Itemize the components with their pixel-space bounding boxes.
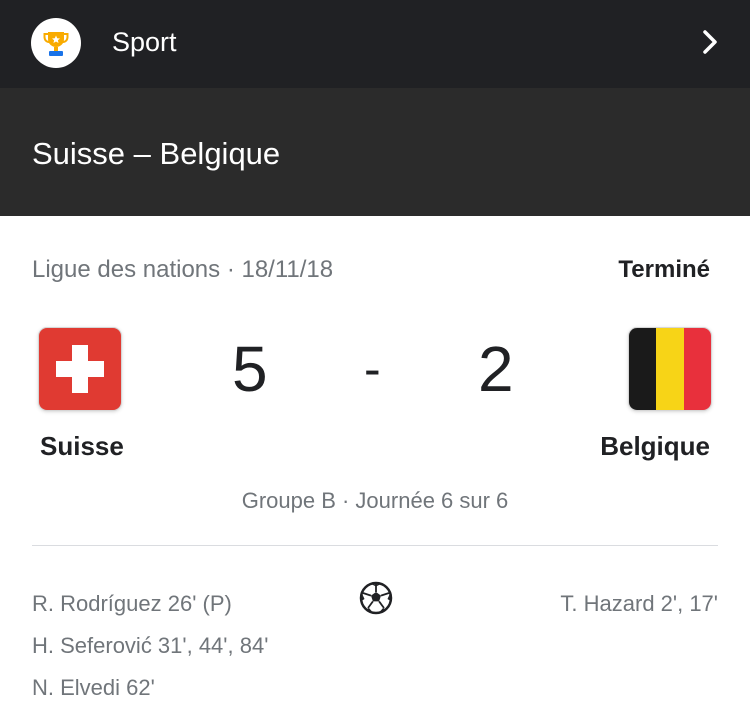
home-scorer: N. Elvedi 62' (32, 675, 155, 700)
score-separator: - (364, 341, 381, 397)
away-scorers: T. Hazard 2', 17' (560, 583, 718, 625)
sport-header-bar[interactable]: Sport (0, 0, 750, 88)
chevron-right-icon[interactable] (700, 28, 722, 56)
group-matchday: Groupe B · Journée 6 sur 6 (241, 488, 509, 513)
trophy-icon (31, 18, 81, 68)
match-status: Terminé (618, 256, 710, 283)
home-scorer: R. Rodríguez 26' (P) (32, 591, 232, 616)
away-score: 2 (478, 333, 514, 405)
belgium-flag-icon[interactable] (629, 328, 711, 410)
home-team-name[interactable]: Suisse (40, 430, 124, 462)
home-scorer: H. Seferović 31', 44', 84' (32, 633, 269, 658)
switzerland-flag-icon[interactable] (39, 328, 121, 410)
match-title: Suisse – Belgique (32, 136, 281, 171)
home-scorers: R. Rodríguez 26' (P) H. Seferović 31', 4… (32, 583, 268, 707)
away-team-name[interactable]: Belgique (600, 430, 710, 462)
section-label: Sport (112, 27, 177, 57)
soccer-ball-icon (359, 581, 393, 615)
home-score: 5 (232, 333, 268, 405)
divider (32, 545, 718, 546)
away-scorer: T. Hazard 2', 17' (560, 591, 718, 616)
competition-date: Ligue des nations · 18/11/18 (32, 256, 334, 283)
match-title-bar: Suisse – Belgique (0, 88, 750, 216)
